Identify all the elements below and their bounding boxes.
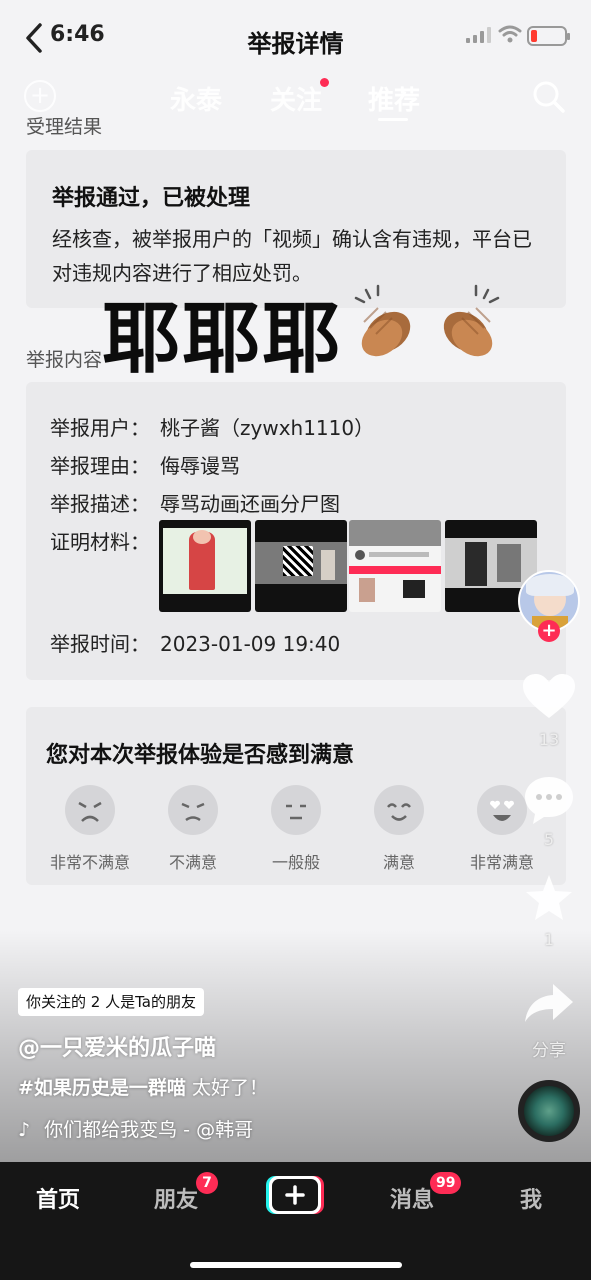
row-key: 举报时间： <box>50 632 150 656</box>
comment-count: 5 <box>543 830 555 849</box>
create-video-button[interactable] <box>266 1176 324 1214</box>
comment-icon[interactable] <box>521 774 577 826</box>
page-title: 举报详情 <box>247 30 344 58</box>
rating-option-neutral[interactable]: 一般般 <box>246 785 346 873</box>
row-value: 桃子酱（zywxh1110） <box>160 416 375 440</box>
heart-eyes-face-icon <box>477 785 527 835</box>
report-content-card: 举报用户： 桃子酱（zywxh1110） 举报理由： 侮辱谩骂 举报描述： 辱骂动画还… <box>26 382 566 680</box>
row-key: 证明材料： <box>50 530 150 554</box>
nav-me[interactable]: 我 <box>520 1182 542 1214</box>
frown-face-icon <box>168 785 218 835</box>
row-key: 举报描述： <box>50 492 150 516</box>
favorite-count: 1 <box>543 930 555 949</box>
video-caption: #如果历史是一群喵 太好了！ <box>18 1073 268 1100</box>
evidence-thumbnail[interactable] <box>159 520 251 612</box>
music-info[interactable]: ♪ 你们都给我变鸟 - @韩哥 <box>18 1115 253 1142</box>
report-row-time: 举报时间： 2023-01-09 19:40 <box>50 628 340 657</box>
angry-face-icon <box>65 785 115 835</box>
row-key: 举报理由： <box>50 454 150 478</box>
report-row-reason: 举报理由： 侮辱谩骂 <box>50 450 240 479</box>
nav-home[interactable]: 首页 <box>36 1182 80 1214</box>
report-row-description: 举报描述： 辱骂动画还画分尸图 <box>50 488 340 517</box>
evidence-thumbnail[interactable] <box>349 520 441 612</box>
rating-option-very-dissatisfied[interactable]: 非常不满意 <box>40 785 140 873</box>
tab-following[interactable]: 关注 <box>270 80 322 117</box>
rating-label: 一般般 <box>271 853 320 872</box>
result-title: 举报通过，已被处理 <box>52 186 251 211</box>
rating-option-satisfied[interactable]: 满意 <box>349 785 449 873</box>
messages-badge: 99 <box>430 1172 462 1194</box>
tiktok-note-icon: ♪ <box>18 1119 31 1141</box>
clapping-hands-icon <box>354 284 411 357</box>
overlay-meme-text: 耶耶耶 <box>102 294 343 384</box>
result-section-label: 受理结果 <box>26 116 103 138</box>
content-section-label: 举报内容 <box>26 349 103 371</box>
tab-yongtai[interactable]: 永泰 <box>170 80 222 117</box>
rating-label: 非常不满意 <box>49 853 130 872</box>
music-disc[interactable] <box>518 1080 580 1142</box>
smile-face-icon <box>374 785 424 835</box>
heart-icon[interactable] <box>521 672 577 722</box>
survey-title: 您对本次举报体验是否感到满意 <box>46 743 355 768</box>
active-tab-indicator <box>378 118 408 121</box>
rating-option-dissatisfied[interactable]: 不满意 <box>143 785 243 873</box>
neutral-face-icon <box>271 785 321 835</box>
caption-text: 太好了！ <box>185 1077 268 1099</box>
author-handle[interactable]: @一只爱米的瓜子喵 <box>18 1030 216 1062</box>
home-indicator <box>190 1262 402 1268</box>
evidence-thumbnail[interactable] <box>255 520 347 612</box>
tab-recommended[interactable]: 推荐 <box>368 80 420 117</box>
hashtag-link[interactable]: #如果历史是一群喵 <box>18 1077 186 1099</box>
mutual-friends-note: 你关注的 2 人是Ta的朋友 <box>18 988 204 1016</box>
music-title: 你们都给我变鸟 - @韩哥 <box>44 1119 254 1141</box>
follow-plus-button[interactable]: + <box>538 620 560 642</box>
satisfaction-survey-card: 您对本次举报体验是否感到满意 非常不满意 不满意 一般般 满意 非常满意 <box>26 707 566 885</box>
nav-messages-label: 消息 <box>390 1188 435 1213</box>
star-icon[interactable] <box>521 873 577 923</box>
report-row-evidence: 证明材料： <box>50 526 160 555</box>
row-value: 2023-01-09 19:40 <box>160 632 341 656</box>
like-count: 13 <box>538 730 560 749</box>
row-key: 举报用户： <box>50 416 150 440</box>
row-value: 辱骂动画还画分尸图 <box>160 492 340 516</box>
rating-label: 满意 <box>382 853 415 872</box>
notification-dot <box>320 78 329 87</box>
friends-badge: 7 <box>196 1172 218 1194</box>
search-icon[interactable] <box>532 80 566 114</box>
rating-label: 不满意 <box>168 853 217 872</box>
clapping-hands-icon <box>443 284 500 357</box>
share-icon[interactable] <box>521 980 577 1026</box>
row-value: 侮辱谩骂 <box>160 454 240 478</box>
nav-friends-label: 朋友 <box>154 1188 199 1213</box>
rating-label: 非常满意 <box>469 853 534 872</box>
share-label[interactable]: 分享 <box>519 1036 579 1061</box>
nav-messages[interactable]: 消息 99 <box>390 1172 462 1214</box>
report-row-user: 举报用户： 桃子酱（zywxh1110） <box>50 412 374 441</box>
nav-friends[interactable]: 朋友 7 <box>154 1172 218 1214</box>
